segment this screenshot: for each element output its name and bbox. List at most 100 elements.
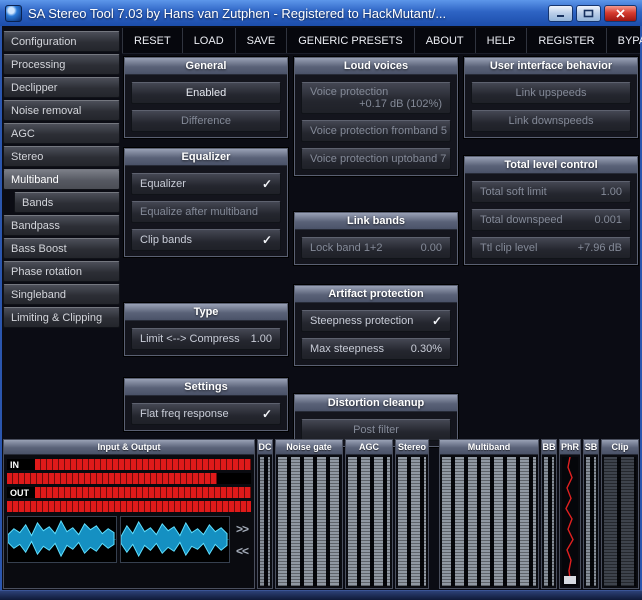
lock-band-label: Lock band 1+2 (310, 242, 383, 254)
panel-ui-behavior-title: User interface behavior (465, 58, 637, 75)
panel-distortion-cleanup-title: Distortion cleanup (295, 395, 457, 412)
waveform-display-output (120, 516, 230, 563)
sidebar-item-limiting-clipping[interactable]: Limiting & Clipping (3, 307, 120, 328)
output-label: OUT (7, 487, 35, 498)
sidebar-item-declipper[interactable]: Declipper (3, 77, 120, 98)
meter-column-sb: SB (583, 439, 599, 589)
voice-protection-slider[interactable]: Voice protection +0.17 dB (102%) (301, 82, 451, 114)
meter-gap (431, 439, 437, 589)
sidebar-item-stereo[interactable]: Stereo (3, 146, 120, 167)
limit-compress-slider[interactable]: Limit <--> Compress 1.00 (131, 328, 281, 350)
sidebar-item-agc[interactable]: AGC (3, 123, 120, 144)
meter-bars-stereo (398, 457, 426, 586)
title-bar: SA Stereo Tool 7.03 by Hans van Zutphen … (0, 0, 642, 26)
meter-bars-agc (348, 457, 390, 586)
voice-protection-upto-slider[interactable]: Voice protection upto band 7 (301, 148, 451, 170)
enabled-button[interactable]: Enabled (131, 82, 281, 104)
link-downspeeds-label: Link downspeeds (508, 115, 594, 127)
voice-protection-value: +0.17 dB (102%) (359, 98, 442, 110)
sidebar-item-phase-rotation[interactable]: Phase rotation (3, 261, 120, 282)
input-meter-left: IN (7, 459, 251, 470)
link-upspeeds-label: Link upspeeds (515, 87, 587, 99)
meter-bars-bb (544, 457, 554, 586)
status-bar (0, 590, 642, 600)
sidebar-item-bass-boost[interactable]: Bass Boost (3, 238, 120, 259)
menu-bypass[interactable]: BYPASS (607, 28, 642, 53)
panel-settings: Settings Flat freq response ✓ (124, 378, 288, 431)
menu-save[interactable]: SAVE (236, 28, 288, 53)
menu-about[interactable]: ABOUT (415, 28, 476, 53)
total-downspeed-slider[interactable]: Total downspeed 0.001 (471, 209, 631, 231)
close-button[interactable] (604, 4, 637, 22)
sidebar-item-configuration[interactable]: Configuration (3, 31, 120, 52)
difference-button[interactable]: Difference (131, 110, 281, 132)
menu-bar: RESET LOAD SAVE GENERIC PRESETS ABOUT HE… (122, 28, 642, 54)
panel-settings-title: Settings (125, 379, 287, 396)
panel-loud-voices-title: Loud voices (295, 58, 457, 75)
panel-type: Type Limit <--> Compress 1.00 (124, 303, 288, 356)
menu-register[interactable]: REGISTER (527, 28, 607, 53)
total-soft-limit-slider[interactable]: Total soft limit 1.00 (471, 181, 631, 203)
max-steepness-slider[interactable]: Max steepness 0.30% (301, 338, 451, 360)
post-filter-button[interactable]: Post filter (301, 419, 451, 441)
waveform-controls: >> << (233, 516, 251, 563)
total-downspeed-value: 0.001 (594, 214, 622, 226)
panel-artifact-protection-title: Artifact protection (295, 286, 457, 303)
menu-reset[interactable]: RESET (122, 28, 183, 53)
meter-trace-phr (562, 457, 578, 586)
minimize-button[interactable] (548, 4, 573, 22)
sidebar-item-bands[interactable]: Bands (14, 192, 120, 213)
max-steepness-label: Max steepness (310, 343, 384, 355)
meter-column-dc: DC (257, 439, 273, 589)
meter-bars-clip (604, 457, 636, 586)
flat-freq-response-toggle[interactable]: Flat freq response ✓ (131, 403, 281, 425)
panel-general-title: General (125, 58, 287, 75)
equalize-after-multiband-toggle[interactable]: Equalize after multiband (131, 201, 281, 223)
fast-forward-button[interactable]: >> (236, 522, 249, 536)
meter-agc-label: AGC (346, 440, 392, 455)
waveform-display-input (7, 516, 117, 563)
ttl-clip-level-label: Ttl clip level (480, 242, 538, 254)
panel-total-level-control: Total level control Total soft limit 1.0… (464, 156, 638, 265)
meter-column-clip: Clip (601, 439, 639, 589)
rewind-button[interactable]: << (236, 544, 249, 558)
sidebar-item-multiband[interactable]: Multiband (3, 169, 120, 190)
panel-general: General Enabled Difference (124, 57, 288, 138)
link-upspeeds-button[interactable]: Link upspeeds (471, 82, 631, 104)
steepness-protection-toggle[interactable]: Steepness protection ✓ (301, 310, 451, 332)
level-meter-bar (7, 473, 217, 484)
sidebar-item-bandpass[interactable]: Bandpass (3, 215, 120, 236)
waveform-row: >> << (7, 516, 251, 563)
menu-generic-presets[interactable]: GENERIC PRESETS (287, 28, 415, 53)
meter-column-bb: BB (541, 439, 557, 589)
voice-protection-upto-label: Voice protection upto (310, 153, 413, 165)
panel-equalizer: Equalizer Equalizer ✓ Equalize after mul… (124, 148, 288, 257)
panel-equalizer-title: Equalizer (125, 149, 287, 166)
meter-column-phr: PhR (559, 439, 581, 589)
maximize-button[interactable] (576, 4, 601, 22)
sidebar-item-singleband[interactable]: Singleband (3, 284, 120, 305)
output-meter-right (7, 501, 251, 512)
panel-column-1: General Enabled Difference Equalizer Equ… (124, 57, 288, 472)
meter-stereo-label: Stereo (396, 440, 428, 455)
panel-type-title: Type (125, 304, 287, 321)
equalizer-toggle[interactable]: Equalizer ✓ (131, 173, 281, 195)
level-meter-bar (35, 487, 251, 498)
sidebar-item-noise-removal[interactable]: Noise removal (3, 100, 120, 121)
flat-freq-response-label: Flat freq response (140, 408, 229, 420)
app-icon (5, 4, 22, 22)
menu-load[interactable]: LOAD (183, 28, 236, 53)
clip-bands-toggle[interactable]: Clip bands ✓ (131, 229, 281, 251)
link-downspeeds-button[interactable]: Link downspeeds (471, 110, 631, 132)
voice-protection-from-slider[interactable]: Voice protection from band 5 (301, 120, 451, 142)
ttl-clip-level-slider[interactable]: Ttl clip level +7.96 dB (471, 237, 631, 259)
sidebar-item-processing[interactable]: Processing (3, 54, 120, 75)
input-output-title: Input & Output (4, 440, 254, 455)
menu-help[interactable]: HELP (476, 28, 528, 53)
check-icon: ✓ (261, 177, 272, 191)
difference-label: Difference (181, 115, 231, 127)
meter-column-multiband: Multiband (439, 439, 539, 589)
lock-band-slider[interactable]: Lock band 1+2 0.00 (301, 237, 451, 259)
maximize-icon (583, 9, 594, 17)
meter-column-noise-gate: Noise gate (275, 439, 343, 589)
